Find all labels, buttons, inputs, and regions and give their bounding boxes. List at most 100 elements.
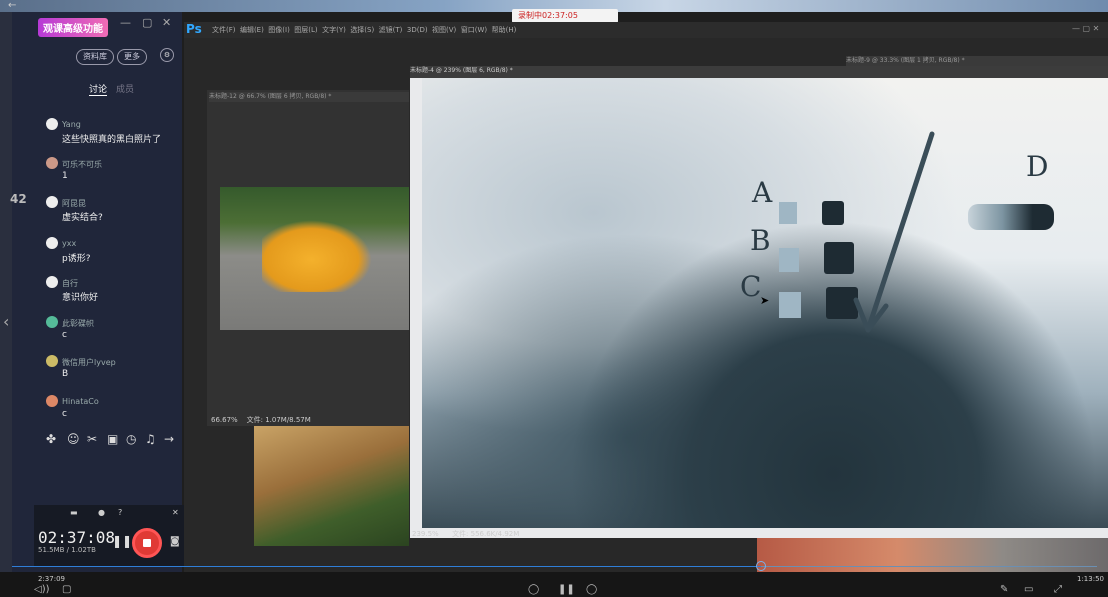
- menu-filter[interactable]: 滤镜(T): [379, 26, 403, 34]
- document-1-status: 66.67% 文件: 1.07M/8.57M: [211, 415, 311, 425]
- arrow-right-icon[interactable]: →: [164, 432, 174, 446]
- minimize-icon[interactable]: —: [120, 16, 131, 29]
- recording-text: 录制中02:37:05: [518, 11, 578, 20]
- message-author: 此彰碟帜: [62, 319, 94, 328]
- camera-icon[interactable]: ◙: [170, 536, 180, 547]
- progress-knob[interactable]: [755, 561, 766, 571]
- recording-indicator: 录制中02:37:05: [512, 9, 618, 23]
- time-total: 1:13:50: [1077, 575, 1104, 583]
- stop-record-button[interactable]: [132, 528, 162, 558]
- town-photo: [254, 426, 409, 546]
- prev-icon[interactable]: ◯: [528, 584, 539, 595]
- clock-icon[interactable]: ◷: [126, 432, 136, 446]
- more-button[interactable]: 更多: [117, 49, 147, 65]
- pause-icon[interactable]: ❚❚: [112, 534, 132, 548]
- gradient-swatch-d: [968, 204, 1054, 230]
- menu-view[interactable]: 视图(V): [432, 26, 456, 34]
- message-text: c: [62, 330, 67, 340]
- menu-file[interactable]: 文件(F): [212, 26, 236, 34]
- message-text: c: [62, 409, 67, 419]
- pen-icon[interactable]: ✎: [1000, 584, 1008, 595]
- avatar: [46, 157, 58, 169]
- swatch-c-light: [779, 292, 801, 318]
- document-2-titlebar[interactable]: 未标题-4 @ 239% (图层 6, RGB/8) *: [410, 66, 1108, 78]
- ps-window-controls[interactable]: — ▢ ✕: [1072, 24, 1099, 33]
- canvas-letter-a: A: [752, 176, 773, 209]
- image-icon[interactable]: ▣: [107, 432, 118, 446]
- message-author: 阿昆昆: [62, 199, 86, 208]
- settings-icon[interactable]: ⚙: [160, 48, 174, 62]
- message-author: Yang: [62, 120, 81, 129]
- fullscreen-icon[interactable]: ⤢: [1054, 584, 1062, 595]
- volume-icon[interactable]: ◁)): [34, 584, 50, 595]
- document-3-title: 未标题-9 @ 33.3% (图层 1 拷贝, RGB/8) *: [846, 57, 965, 64]
- next-icon[interactable]: ◯: [586, 584, 597, 595]
- avatar: [46, 237, 58, 249]
- avatar: [46, 196, 58, 208]
- menu-type[interactable]: 文字(Y): [322, 26, 346, 34]
- puzzle-icon[interactable]: ✤: [46, 432, 56, 446]
- message-text: 这些快照真的黑白照片了: [62, 135, 162, 145]
- message-author: HinataCo: [62, 397, 99, 406]
- side-number: 42: [10, 192, 27, 206]
- left-sidebar-edge: [0, 12, 12, 572]
- document-1-title: 未标题-12 @ 66.7% (图层 6 拷贝, RGB/8) *: [209, 93, 332, 100]
- message-text: B: [62, 369, 69, 379]
- canvas-letter-b: B: [750, 224, 771, 257]
- document-2-zoom: 239.5%: [412, 530, 439, 538]
- yellow-car: [262, 220, 372, 292]
- menu-help[interactable]: 帮助(H): [492, 26, 517, 34]
- message-author: 微信用户lyvep: [62, 358, 116, 367]
- swatch-b-light: [779, 248, 799, 272]
- emoji-icon[interactable]: ☺: [67, 432, 80, 446]
- chevron-left-icon[interactable]: ‹: [3, 312, 9, 331]
- swatch-a-light: [779, 202, 797, 224]
- recorder-time: 02:37:08: [38, 528, 116, 547]
- scissors-icon[interactable]: ✂: [87, 432, 97, 446]
- canvas-letter-d: D: [1026, 150, 1049, 183]
- menu-layer[interactable]: 图层(L): [294, 26, 317, 34]
- document-1-filesize: 文件: 1.07M/8.57M: [246, 416, 311, 424]
- photoshop-logo: Ps: [186, 22, 202, 36]
- progress-fill: [12, 566, 761, 567]
- time-current: 2:37:09: [38, 575, 65, 583]
- maximize-icon[interactable]: ▢: [142, 16, 152, 29]
- canvas-letter-c: C: [740, 270, 762, 303]
- back-arrow-icon[interactable]: ←: [8, 0, 16, 11]
- menu-window[interactable]: 窗口(W): [461, 26, 487, 34]
- cursor-icon: ➤: [760, 294, 770, 307]
- library-button[interactable]: 资料库: [76, 49, 114, 65]
- tab-discussion[interactable]: 讨论: [89, 82, 108, 96]
- recorder-size: 51.5MB / 1.02TB: [38, 546, 96, 554]
- avatar: [46, 395, 58, 407]
- avatar: [46, 276, 58, 288]
- close-icon[interactable]: ✕: [162, 16, 171, 29]
- document-1-titlebar[interactable]: 未标题-12 @ 66.7% (图层 6 拷贝, RGB/8) *: [209, 92, 409, 102]
- message-author: yxx: [62, 239, 77, 248]
- menu-select[interactable]: 选择(S): [350, 26, 374, 34]
- document-2-status: 239.5% 文件: 556.6K/4.92M: [412, 529, 519, 539]
- message-text: 1: [62, 171, 68, 181]
- tab-members[interactable]: 成员: [116, 82, 134, 95]
- menu-3d[interactable]: 3D(D): [407, 26, 428, 34]
- avatar: [46, 355, 58, 367]
- document-3-titlebar[interactable]: 未标题-9 @ 33.3% (图层 1 拷贝, RGB/8) *: [846, 56, 1108, 66]
- play-pause-icon[interactable]: ❚❚: [558, 584, 575, 595]
- message-text: 意识你好: [62, 293, 99, 303]
- document-2-title: 未标题-4 @ 239% (图层 6, RGB/8) *: [410, 67, 513, 74]
- photoshop-menubar: 文件(F) 编辑(E) 图像(I) 图层(L) 文字(Y) 选择(S) 滤镜(T…: [212, 25, 516, 35]
- menu-edit[interactable]: 编辑(E): [240, 26, 264, 34]
- message-author: 可乐不可乐: [62, 160, 102, 169]
- bell-icon[interactable]: ♫: [145, 432, 156, 446]
- swatch-a-dark: [822, 201, 844, 225]
- list-icon[interactable]: ▢: [62, 584, 71, 595]
- settings-icon[interactable]: ●: [98, 508, 105, 517]
- avatar: [46, 316, 58, 328]
- menu-image[interactable]: 图像(I): [268, 26, 290, 34]
- close-icon[interactable]: ✕: [172, 508, 179, 517]
- document-1-zoom: 66.67%: [211, 416, 238, 424]
- avatar: [46, 118, 58, 130]
- folder-icon[interactable]: ▬: [70, 508, 78, 517]
- screen-icon[interactable]: ▭: [1024, 584, 1033, 595]
- help-icon[interactable]: ?: [118, 508, 122, 517]
